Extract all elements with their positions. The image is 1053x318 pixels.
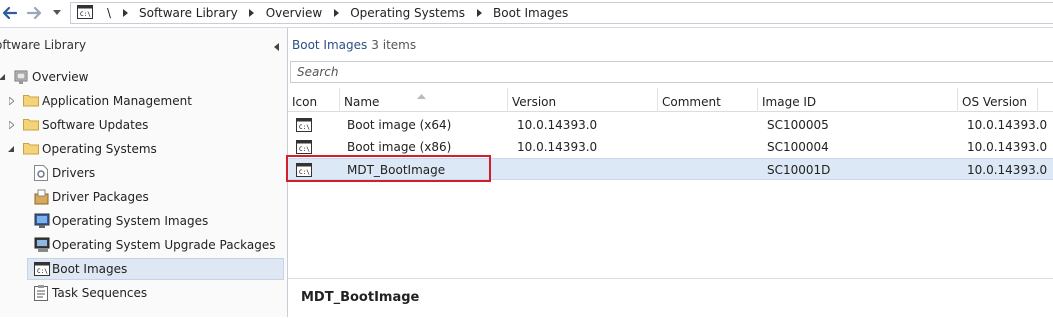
tree-item-operating-system-images[interactable]: Operating System Images [0,210,287,232]
svg-text:C:\: C:\ [299,124,310,131]
breadcrumb: C:\ \ Software Library Overview Operatin… [70,2,1053,24]
cell-version: 10.0.14393.0 [517,140,598,154]
navigation-pane: oftware Library Overview Application Man… [0,28,288,317]
tree-item-label: Task Sequences [52,286,148,300]
column-header-label: OS Version [962,95,1028,109]
breadcrumb-overview[interactable]: Overview [262,6,327,20]
svg-text:C:\: C:\ [80,11,91,18]
tree-item-task-sequences[interactable]: Task Sequences [0,282,287,304]
history-dropdown-button[interactable] [50,2,64,24]
table-row[interactable]: C:\ Boot image (x64) 10.0.14393.0 SC1000… [288,114,1053,136]
breadcrumb-separator-icon[interactable] [474,5,484,21]
tree-item-label: Drivers [52,166,96,180]
details-pane: MDT_BootImage [288,278,1053,318]
cell-image-id: SC100004 [767,140,829,154]
cell-os-version: 10.0.14393.0 [967,163,1048,177]
details-title: MDT_BootImage [301,290,420,305]
svg-text:C:\: C:\ [299,146,310,153]
console-icon: C:\ [77,5,95,21]
column-header-label: Comment [662,95,721,109]
cell-os-version: 10.0.14393.0 [967,140,1048,154]
cell-version: 10.0.14393.0 [517,118,598,132]
column-header-os-version[interactable]: OS Version [958,88,1038,112]
task-sequence-icon [34,285,50,301]
cell-name: Boot image (x64) [347,118,452,132]
tree-item-operating-system-upgrade-packages[interactable]: Operating System Upgrade Packages [0,234,287,256]
folder-open-icon [23,141,39,157]
tree-item-operating-systems[interactable]: Operating Systems [0,138,287,160]
collapse-arrow-icon[interactable] [7,145,15,153]
tree-item-boot-images[interactable]: C:\ Boot Images [27,258,284,280]
column-header-label: Image ID [762,95,817,109]
os-upgrade-icon [34,237,50,253]
back-button[interactable] [0,2,20,24]
boot-image-icon: C:\ [34,262,50,278]
column-header-icon[interactable]: Icon [288,88,340,112]
tree-item-application-management[interactable]: Application Management [0,90,287,112]
table-header: Icon Name Version Comment Image ID OS Ve… [288,88,1053,112]
collapse-pane-button[interactable] [274,40,279,54]
tree-item-label: Driver Packages [52,190,149,204]
forward-button[interactable] [24,2,44,24]
breadcrumb-software-library[interactable]: Software Library [135,6,242,20]
breadcrumb-root[interactable]: \ [103,6,115,20]
column-header-name[interactable]: Name [340,88,508,112]
tree-item-label: Overview [32,70,89,84]
tree-item-label: Operating System Upgrade Packages [52,238,276,252]
back-arrow-icon [2,6,18,20]
tree-item-overview[interactable]: Overview [0,66,287,88]
search-box [290,61,1053,83]
tree-item-label: Boot Images [52,262,128,276]
breadcrumb-separator-icon[interactable] [331,5,341,21]
overview-icon [13,69,29,85]
top-toolbar: C:\ \ Software Library Overview Operatin… [0,0,1053,28]
expand-arrow-icon[interactable] [7,121,15,129]
boot-image-icon: C:\ [296,114,312,136]
page-title: Boot Images [292,38,368,52]
content-header: Boot Images 3 items [292,38,416,52]
column-header-label: Version [512,95,557,109]
breadcrumb-separator-icon[interactable] [120,5,130,21]
navigation-pane-title: oftware Library [0,38,87,52]
folder-icon [23,117,39,133]
svg-text:C:\: C:\ [37,268,48,275]
driver-icon [34,165,50,181]
collapse-arrow-icon[interactable] [0,73,6,81]
tree-item-label: Operating Systems [42,142,157,156]
column-header-label: Icon [292,95,318,109]
chevron-left-icon [274,43,279,51]
driver-package-icon [34,189,50,205]
cell-image-id: SC100005 [767,118,829,132]
folder-icon [23,93,39,109]
annotation-highlight-box [286,155,491,182]
column-header-version[interactable]: Version [508,88,658,112]
sort-ascending-icon [417,88,426,102]
breadcrumb-boot-images[interactable]: Boot Images [489,6,572,20]
column-header-image-id[interactable]: Image ID [758,88,958,112]
forward-arrow-icon [26,6,42,20]
breadcrumb-operating-systems[interactable]: Operating Systems [346,6,469,20]
os-image-icon [34,213,50,229]
tree-item-label: Operating System Images [52,214,209,228]
chevron-down-icon [53,10,61,15]
tree-item-software-updates[interactable]: Software Updates [0,114,287,136]
cell-image-id: SC10001D [767,163,831,177]
tree-item-label: Application Management [42,94,192,108]
breadcrumb-separator-icon[interactable] [247,5,257,21]
tree-item-driver-packages[interactable]: Driver Packages [0,186,287,208]
search-input[interactable] [291,62,1053,82]
item-count: 3 items [371,38,417,52]
column-header-comment[interactable]: Comment [658,88,758,112]
expand-arrow-icon[interactable] [7,97,15,105]
cell-os-version: 10.0.14393.0 [967,118,1048,132]
column-header-label: Name [344,95,380,109]
tree-item-drivers[interactable]: Drivers [0,162,287,184]
tree-item-label: Software Updates [42,118,149,132]
